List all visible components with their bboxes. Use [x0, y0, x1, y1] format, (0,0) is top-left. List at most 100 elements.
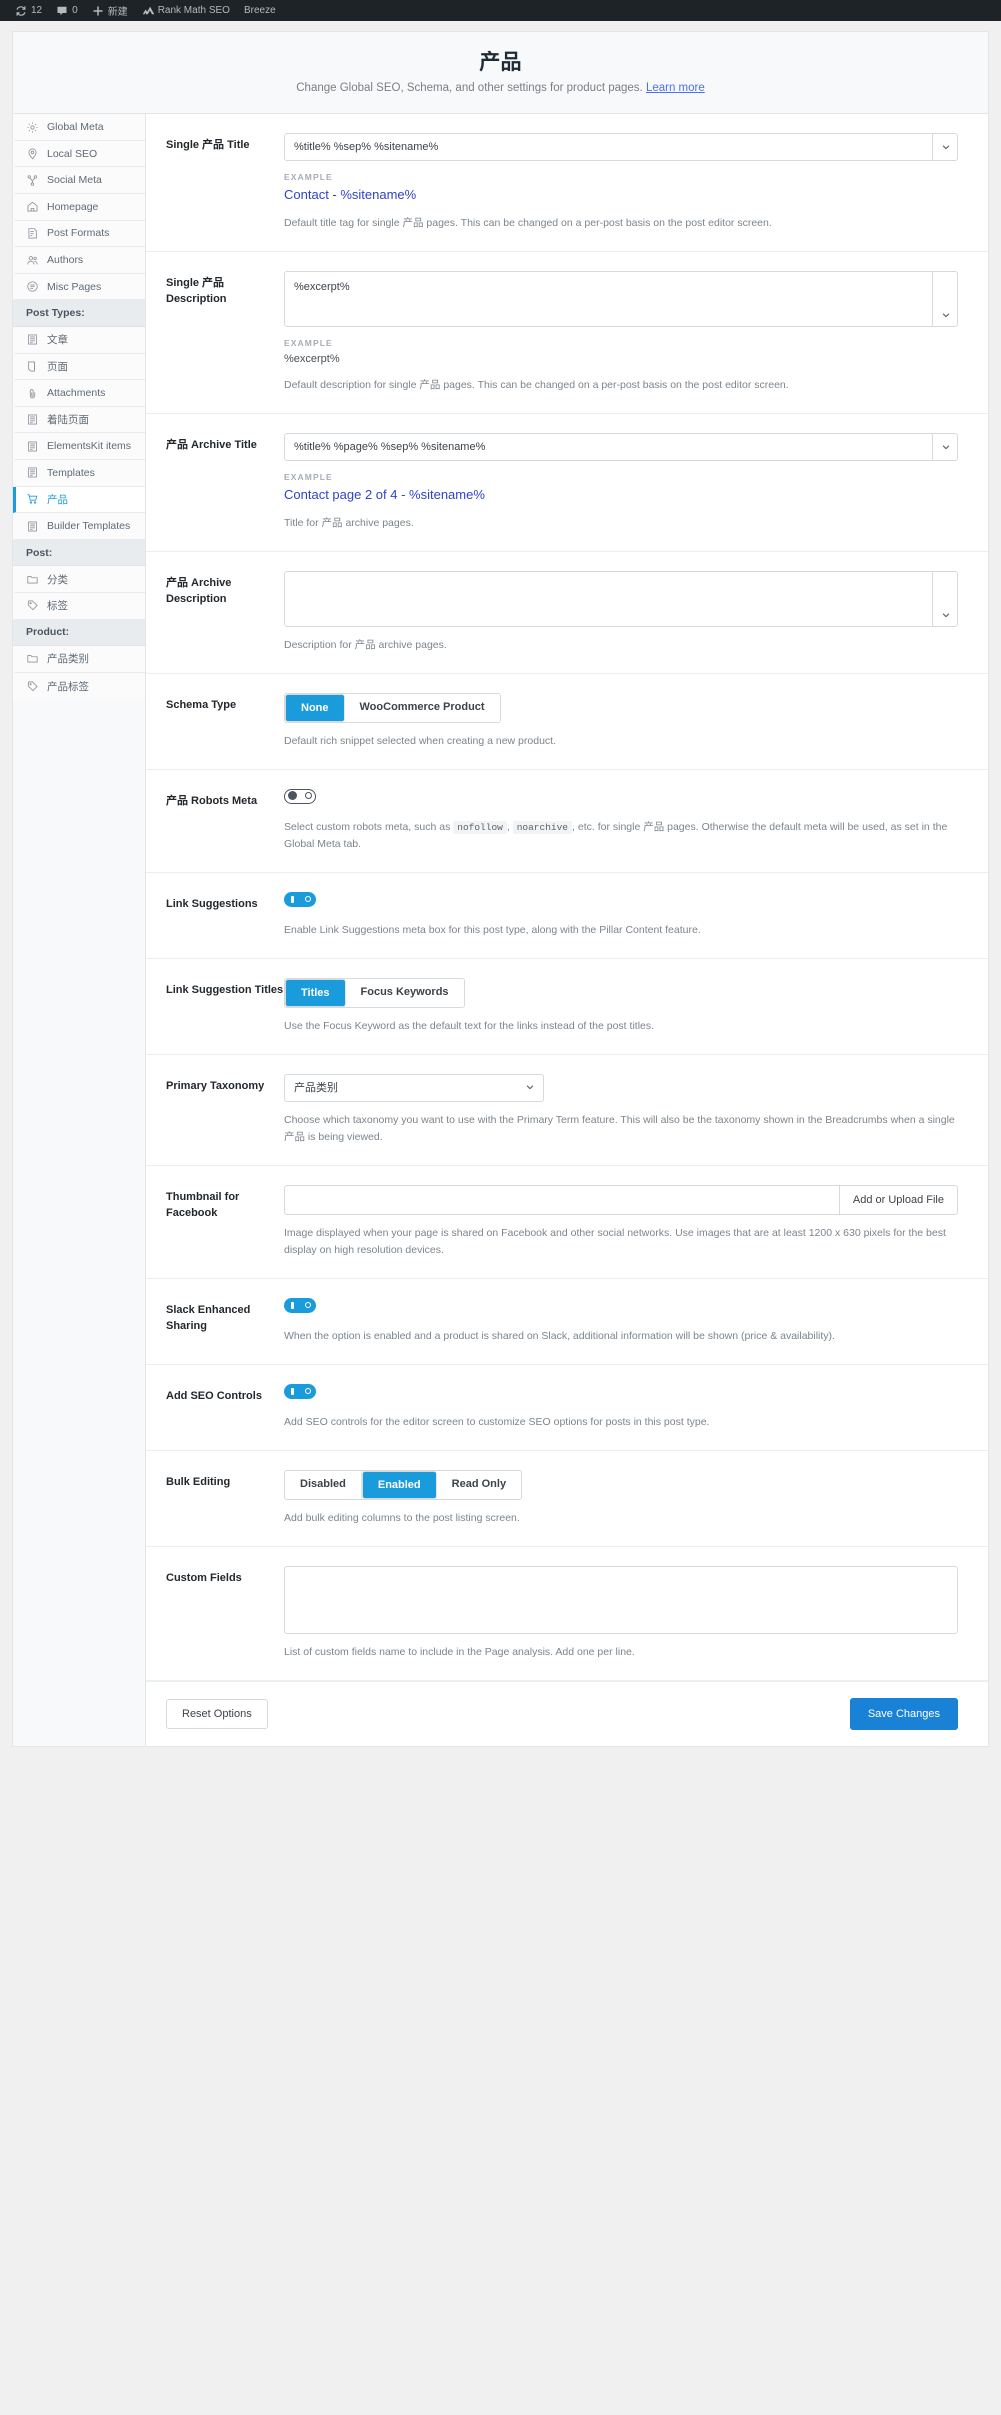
field-description: Default title tag for single 产品 pages. T…: [284, 216, 772, 229]
field-description: Enable Link Suggestions meta box for thi…: [284, 923, 701, 936]
sidebar-item-builder-templates[interactable]: Builder Templates: [13, 513, 145, 540]
sidebar-item-global-meta[interactable]: Global Meta: [13, 114, 145, 141]
sidebar-item-label: 标签: [47, 600, 68, 613]
variables-dropdown-toggle[interactable]: [932, 433, 958, 462]
archive-title-input[interactable]: [284, 433, 958, 462]
home-icon: [26, 200, 39, 213]
schema-type-option-none[interactable]: None: [285, 693, 345, 722]
field-label: Link Suggestion Titles: [166, 983, 284, 996]
sidebar-item-products[interactable]: 产品: [13, 486, 145, 514]
sidebar-item-social-meta[interactable]: Social Meta: [13, 167, 145, 195]
sidebar-item-tags[interactable]: 标签: [13, 592, 145, 620]
sidebar-item-elementskit-items[interactable]: ElementsKit items: [13, 433, 145, 461]
share-nodes-icon: [26, 174, 39, 187]
field-single-title: Single 产品 Title EXAMPLE Contact - %siten…: [146, 114, 988, 252]
field-robots-meta: 产品 Robots Meta Select custom robots meta…: [146, 770, 988, 873]
field-label: 产品 Archive Title: [166, 439, 257, 452]
sidebar-item-templates[interactable]: Templates: [13, 460, 145, 487]
settings-form: Single 产品 Title EXAMPLE Contact - %siten…: [146, 114, 988, 1746]
sidebar-group-label: Post:: [26, 546, 53, 559]
sidebar-item-attachments[interactable]: Attachments: [13, 380, 145, 407]
adminbar-item-new[interactable]: 新建: [85, 0, 135, 21]
folder-icon: [26, 573, 39, 586]
sidebar-item-product-tags[interactable]: 产品标签: [13, 672, 145, 700]
sidebar-item-landing-pages[interactable]: 着陆页面: [13, 406, 145, 434]
form-footer: Reset Options Save Changes: [146, 1680, 988, 1746]
field-description: List of custom fields name to include in…: [284, 1645, 635, 1658]
sidebar-item-label: Local SEO: [47, 147, 98, 160]
settings-panel: 产品 Change Global SEO, Schema, and other …: [12, 31, 989, 1747]
sidebar-item-label: ElementsKit items: [47, 440, 132, 453]
slack-enhanced-sharing-toggle[interactable]: [284, 1297, 316, 1313]
schema-type-option-woocommerce-product[interactable]: WooCommerce Product: [344, 693, 500, 722]
link-suggestions-toggle[interactable]: [284, 891, 316, 907]
bulk-editing-option-disabled[interactable]: Disabled: [285, 1470, 362, 1499]
adminbar-item-breeze[interactable]: Breeze: [237, 0, 283, 21]
add-or-upload-file-button[interactable]: Add or Upload File: [838, 1184, 958, 1215]
robots-meta-toggle[interactable]: [284, 788, 316, 804]
sidebar-item-homepage[interactable]: Homepage: [13, 194, 145, 221]
thumbnail-url-input[interactable]: [284, 1184, 839, 1215]
robots-desc-part-2: ,: [506, 820, 510, 833]
example-value: Contact - %sitename%: [284, 187, 417, 203]
bulk-editing-option-enabled[interactable]: Enabled: [361, 1470, 437, 1499]
sidebar-group-product: Product:: [13, 619, 145, 647]
add-seo-controls-toggle[interactable]: [284, 1383, 316, 1399]
field-link-suggestions: Link Suggestions Enable Link Suggestions…: [146, 873, 988, 959]
learn-more-link[interactable]: Learn more: [646, 82, 705, 94]
sidebar-item-pages[interactable]: 页面: [13, 353, 145, 381]
post-icon: [26, 413, 39, 426]
field-link-suggestion-titles: Link Suggestion Titles Titles Focus Keyw…: [146, 959, 988, 1055]
sidebar-item-label: 着陆页面: [47, 414, 89, 427]
adminbar-rank-math-label: Rank Math SEO: [157, 5, 230, 16]
wp-admin-bar: 12 0 新建 Rank Math SEO Breeze: [0, 0, 1001, 21]
field-label: 产品 Robots Meta: [166, 794, 258, 807]
sidebar-item-categories[interactable]: 分类: [13, 566, 145, 593]
sidebar-item-local-seo[interactable]: Local SEO: [13, 140, 145, 168]
post-icon: [26, 520, 39, 533]
sidebar-item-product-categories[interactable]: 产品类别: [13, 646, 145, 673]
field-description: Add SEO controls for the editor screen t…: [284, 1415, 710, 1428]
primary-taxonomy-select[interactable]: 产品类别 产品标签: [284, 1073, 544, 1102]
sidebar-item-post-formats[interactable]: Post Formats: [13, 220, 145, 248]
example-caption: EXAMPLE: [284, 337, 333, 348]
single-title-input[interactable]: [284, 133, 958, 162]
variables-dropdown-toggle[interactable]: [932, 570, 958, 627]
field-description: When the option is enabled and a product…: [284, 1329, 835, 1342]
sidebar-item-label: Post Formats: [47, 227, 110, 240]
adminbar-breeze-label: Breeze: [243, 5, 276, 16]
archive-description-input[interactable]: [284, 570, 958, 627]
sidebar-item-misc-pages[interactable]: Misc Pages: [13, 273, 145, 301]
sidebar-item-authors[interactable]: Authors: [13, 247, 145, 274]
bulk-editing-button-group: Disabled Enabled Read Only: [284, 1469, 523, 1500]
sidebar-item-label: 产品: [47, 493, 68, 506]
reset-options-button[interactable]: Reset Options: [166, 1698, 268, 1729]
adminbar-item-comments[interactable]: 0: [49, 0, 85, 21]
toggle-knob: [291, 1387, 294, 1395]
field-label: Single 产品 Description: [166, 276, 227, 305]
toggle-knob: [291, 895, 294, 903]
single-description-input[interactable]: %excerpt%: [284, 270, 958, 327]
link-suggestion-option-titles[interactable]: Titles: [285, 978, 346, 1007]
field-label: Thumbnail for Facebook: [166, 1190, 240, 1219]
variables-dropdown-toggle[interactable]: [932, 133, 958, 162]
adminbar-item-rank-math[interactable]: Rank Math SEO: [135, 0, 237, 21]
tag-icon: [26, 680, 39, 693]
rank-math-icon: [142, 5, 154, 17]
page-subtitle-text: Change Global SEO, Schema, and other set…: [296, 82, 643, 95]
adminbar-item-updates[interactable]: 12: [8, 0, 49, 21]
toggle-ring: [305, 1301, 311, 1308]
link-suggestion-option-focus-keywords[interactable]: Focus Keywords: [345, 978, 464, 1007]
post-icon: [26, 466, 39, 479]
page-header: 产品 Change Global SEO, Schema, and other …: [13, 32, 988, 115]
save-changes-button[interactable]: Save Changes: [849, 1697, 958, 1730]
sidebar-item-label: Homepage: [47, 200, 99, 213]
bulk-editing-option-read-only[interactable]: Read Only: [436, 1470, 522, 1499]
custom-fields-input[interactable]: [284, 1565, 958, 1634]
sidebar-item-posts[interactable]: 文章: [13, 327, 145, 354]
sidebar-item-label: Builder Templates: [47, 520, 131, 532]
sidebar-group-label: Post Types:: [26, 307, 85, 320]
field-add-seo-controls: Add SEO Controls Add SEO controls for th…: [146, 1365, 988, 1451]
post-icon: [26, 333, 39, 346]
variables-dropdown-toggle[interactable]: [932, 270, 958, 327]
